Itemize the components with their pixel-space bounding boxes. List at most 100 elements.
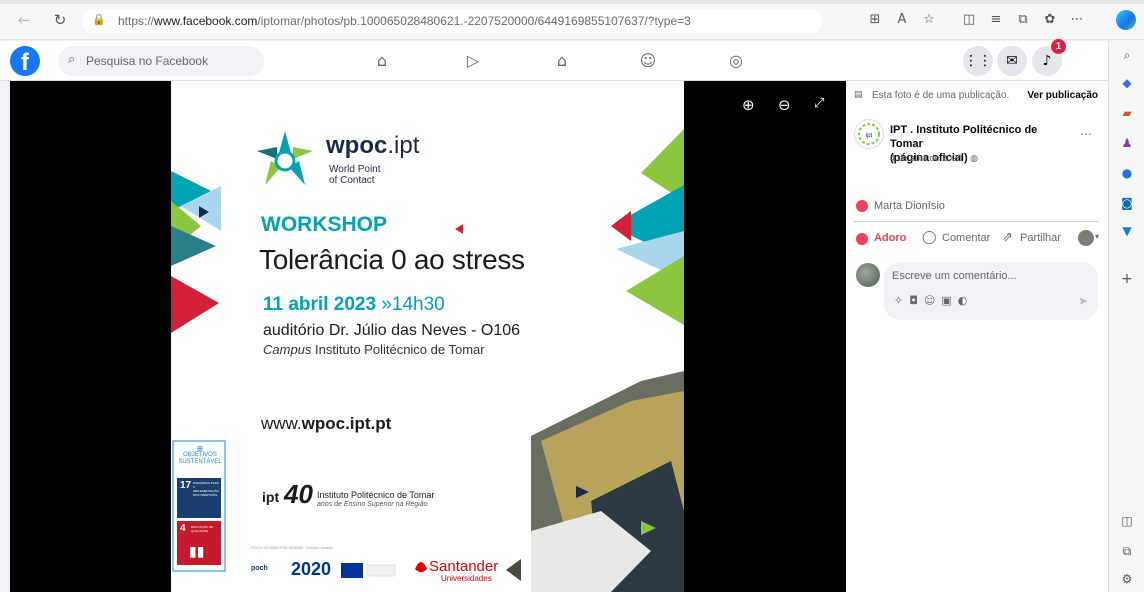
ods4-number: 4 [180,523,186,534]
shopping-tag-icon[interactable]: ◆ [1119,75,1135,91]
more-options-icon[interactable]: ⋯ [1080,127,1092,141]
zoom-in-icon[interactable]: ⊕ [742,96,755,114]
comment-icon: ◯ [922,230,937,245]
home-icon[interactable]: ⌂ [371,51,393,71]
ipt-logo: ipt [262,489,280,505]
santander-universidades: Universidades [441,574,492,583]
extensions-icon[interactable]: ✿ [1041,11,1059,29]
svg-text:ipt: ipt [866,133,873,139]
favorite-star-icon[interactable]: ☆ [920,11,938,29]
notification-badge: 1 [1051,39,1066,54]
watch-icon[interactable]: ▷ [462,51,484,71]
page-avatar[interactable]: ipt [854,119,884,149]
search-icon[interactable]: ⌕ [1119,47,1135,63]
sidebar-toggle-icon[interactable]: ◫ [1119,513,1135,529]
search-icon: ⌕ [68,52,76,67]
send-icon[interactable]: ➤ [1078,294,1088,308]
reaction-as-avatar[interactable] [1078,230,1094,246]
event-poster-image: wpoc.ipt World Point of Contact WORKSHOP … [171,81,684,592]
globe-icon: ◍ [970,154,978,164]
collections-icon[interactable]: ⧉ [1014,11,1032,29]
office-icon[interactable]: ● [1119,165,1135,181]
facebook-logo-icon[interactable]: f [10,46,40,76]
divider [854,221,1098,222]
games-icon[interactable]: ♟ [1119,135,1135,151]
poster-triangle [611,211,631,241]
outlook-icon[interactable]: ◙ [1119,195,1135,211]
love-icon [856,233,868,245]
split-screen-icon[interactable]: ◫ [960,11,978,29]
back-icon[interactable]: ← [14,10,34,30]
groups-icon[interactable]: ☺ [637,51,659,71]
fullscreen-icon[interactable]: ⤢ [814,96,824,111]
open-external-icon[interactable]: ⧉ [1119,543,1135,559]
love-button[interactable]: Adoro [856,231,926,247]
browser-toolbar: ← ↻ 🔒 https://www.facebook.com/iptomar/p… [0,0,1144,40]
eu-flag-icon [341,563,363,578]
emoji-icon[interactable]: ☺ [924,294,941,307]
event-datetime: 11 abril 2023 »14h30 [263,294,445,315]
comment-box[interactable]: Escreve um comentário... ✧◘☺▣◐ ➤ [884,262,1098,320]
add-panel-icon[interactable]: + [1119,271,1135,287]
tab-strip [0,0,1144,4]
commenter-avatar[interactable] [856,263,880,287]
browser-side-panel: ⌕ ◆ ▰ ♟ ● ◙ ▼ + ◫ ⧉ ⚙ [1108,41,1144,592]
search-placeholder: Pesquisa no Facebook [86,54,209,68]
ods17-text: PARCERIAS PARA A IMPLEMENTAÇÃO DOS OBJET… [193,481,219,497]
photo-icon: ▤ [854,90,863,100]
marketplace-icon[interactable]: ⌂ [551,51,573,71]
more-menu-icon[interactable]: ⋯ [1068,11,1086,29]
zoom-out-icon[interactable]: ⊖ [778,96,791,114]
event-venue: auditório Dr. Júlio das Neves - O106 [263,322,521,339]
publication-note: Esta foto é de uma publicação. [872,90,1010,101]
app-available-icon[interactable]: ⊞ [866,11,884,29]
comment-tools: ✧◘☺▣◐ [894,294,973,307]
avatar-sticker-icon[interactable]: ✧ [894,294,909,307]
ipt-page-logo-icon: ipt [858,123,880,145]
eu-fund-logo [366,564,396,577]
santander-logo: Santander [429,558,499,575]
ods4-text: EDUCAÇÃO DE QUALIDADE [191,525,214,533]
portugal2020-logo: 2020 [291,559,332,579]
camera-icon[interactable]: ◘ [909,294,924,307]
poster-triangle [506,559,521,581]
poster-triangle [171,276,219,333]
copilot-icon[interactable] [1116,10,1136,30]
url-text: https://www.facebook.com/iptomar/photos/… [118,14,691,28]
address-bar[interactable]: 🔒 https://www.facebook.com/iptomar/photo… [82,9,822,33]
read-aloud-icon[interactable]: A [893,11,911,29]
poch-logo: poch [251,565,268,572]
facebook-search-input[interactable]: ⌕ Pesquisa no Facebook [58,46,264,76]
wpoc-brand: wpoc.ipt [326,132,420,159]
share-button[interactable]: ⇗ Partilhar [1002,230,1072,247]
comment-label: Comentar [942,232,991,244]
view-publication-link[interactable]: Ver publicação [1027,90,1098,101]
gif-icon[interactable]: ▣ [941,294,957,307]
drop-icon[interactable]: ▼ [1119,223,1135,239]
post-date[interactable]: 4 de abril de 2023 · ◍ [890,153,978,164]
santander-flame-icon [415,562,427,572]
reactor-name[interactable]: Marta Dionísio [874,200,945,212]
messenger-icon[interactable]: ✉ [997,46,1027,76]
share-label: Partilhar [1020,232,1061,244]
ipt-tagline: anos de Ensino Superior na Região [317,501,428,508]
event-campus: Campus Instituto Politécnico de Tomar [263,342,485,357]
share-icon: ⇗ [1002,230,1013,245]
wpoc-tagline: World Point of Contact [329,164,381,186]
gaming-icon[interactable]: ◎ [725,51,747,71]
tools-icon[interactable]: ▰ [1119,105,1135,121]
menu-grid-icon[interactable]: ⋮⋮ [963,46,993,76]
comment-button[interactable]: ◯ Comentar [922,230,998,247]
ods17-number: 17 [180,480,192,491]
refresh-icon[interactable]: ↻ [50,10,70,30]
post-sidebar: ▤ Esta foto é de uma publicação. Ver pub… [846,81,1108,592]
lock-icon: 🔒 [92,13,106,26]
love-reaction-icon [856,200,868,212]
sticker-icon[interactable]: ◐ [958,294,974,307]
chevron-down-icon[interactable]: ▾ [1095,232,1099,241]
wpoc-logo-icon [257,131,313,185]
settings-gear-icon[interactable]: ⚙ [1119,571,1135,587]
favorites-icon[interactable]: ≡ [987,11,1005,29]
love-label: Adoro [874,232,907,244]
poch-reference: POCH-02-5369-FSE-000045 - Serviço Jovens [251,545,334,550]
